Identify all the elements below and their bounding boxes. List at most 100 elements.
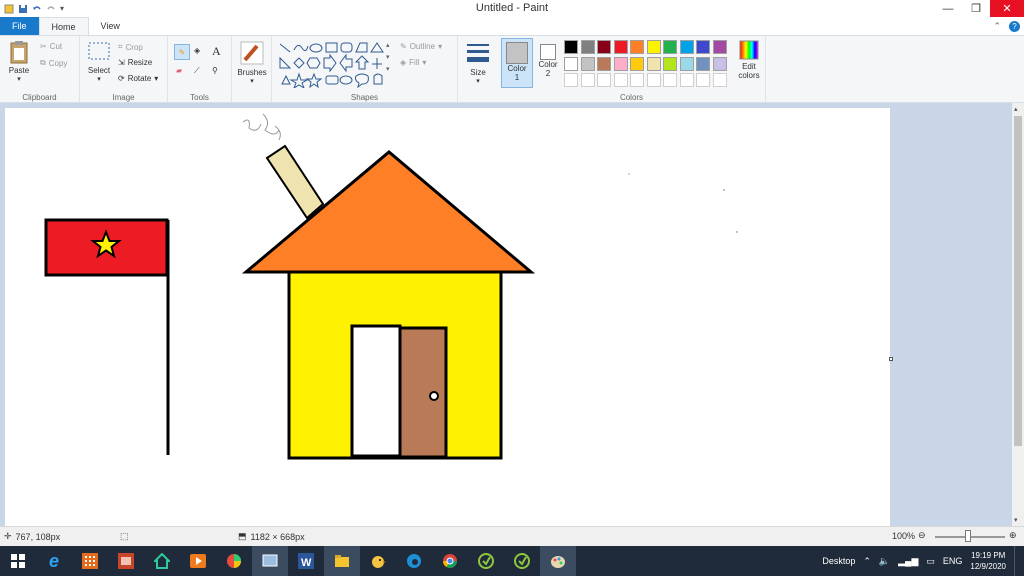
save-icon[interactable] <box>18 4 28 14</box>
zoom-out-icon[interactable]: ⊖ <box>918 530 926 541</box>
drawing-canvas[interactable] <box>5 108 890 526</box>
color-swatch[interactable] <box>597 56 611 71</box>
fill-tool[interactable]: ◈ <box>194 46 200 55</box>
pencil-icon: ✎ <box>178 47 186 57</box>
color-swatch[interactable] <box>564 73 578 87</box>
chrome-icon[interactable] <box>432 546 468 576</box>
tab-home[interactable]: Home <box>38 17 89 35</box>
color-swatch[interactable] <box>712 40 727 54</box>
vertical-scrollbar[interactable]: ▴ ▾ <box>1012 103 1024 526</box>
color-swatch[interactable] <box>613 56 628 71</box>
start-button[interactable] <box>0 546 36 576</box>
powerpoint-icon[interactable] <box>108 546 144 576</box>
color-swatch[interactable] <box>679 73 694 87</box>
pencil-tool[interactable]: ✎ <box>174 44 190 60</box>
text-tool[interactable]: A <box>212 44 221 59</box>
shapes-scroll[interactable]: ▴ ▾ ▾ <box>386 40 394 88</box>
size-button[interactable]: Size ▾ <box>461 40 495 85</box>
color-swatch[interactable] <box>564 56 578 71</box>
rotate-button[interactable]: ⟳ Rotate ▾ <box>118 74 158 83</box>
minimize-button[interactable]: — <box>934 0 962 17</box>
zoom-in-icon[interactable]: ⊕ <box>1009 530 1017 541</box>
maximize-button[interactable]: ❐ <box>962 0 990 17</box>
color-swatch[interactable] <box>613 73 628 87</box>
close-button[interactable]: ✕ <box>990 0 1024 17</box>
color-swatch[interactable] <box>679 40 694 54</box>
shapes-gallery[interactable] <box>278 40 390 90</box>
customize-quick-access-icon[interactable]: ▾ <box>60 4 70 14</box>
zoom-slider-thumb[interactable] <box>965 530 971 542</box>
notifications-icon[interactable] <box>1014 546 1018 576</box>
colorful-app-icon[interactable] <box>216 546 252 576</box>
color-swatch[interactable] <box>630 56 644 71</box>
speck <box>723 189 725 191</box>
color-swatch[interactable] <box>696 40 710 54</box>
scroll-thumb[interactable] <box>1014 116 1022 446</box>
color-picker-tool[interactable]: ⟋ <box>194 66 200 76</box>
desktop-toolbar[interactable]: Desktop <box>822 556 855 566</box>
color-swatch[interactable] <box>580 73 595 87</box>
brushes-button[interactable]: Brushes ▾ <box>235 40 269 85</box>
redo-icon[interactable] <box>46 4 56 14</box>
clock[interactable]: 19:19 PM 12/9/2020 <box>970 550 1006 572</box>
language-indicator[interactable]: ENG <box>943 556 963 566</box>
color-swatch[interactable] <box>663 40 677 54</box>
internet-explorer-icon[interactable]: e <box>36 546 72 576</box>
magnifier-tool[interactable]: ⚲ <box>212 66 218 75</box>
clipboard-group-label: Clipboard <box>22 93 57 102</box>
color-swatch[interactable] <box>646 73 661 87</box>
color-swatch[interactable] <box>597 40 611 54</box>
brushes-group: Brushes ▾ <box>232 36 272 104</box>
color-swatch[interactable] <box>597 73 611 87</box>
word-icon[interactable]: W <box>288 546 324 576</box>
scroll-up-icon[interactable]: ▴ <box>1014 105 1018 113</box>
resize-button[interactable]: ⇲ Resize <box>118 58 152 67</box>
help-icon[interactable]: ? <box>1009 20 1020 32</box>
battery-icon[interactable]: ▭ <box>926 556 935 567</box>
color-swatch[interactable] <box>712 73 727 87</box>
collapse-ribbon-icon[interactable]: ⌃ <box>993 21 1001 32</box>
color-swatch[interactable] <box>630 40 644 54</box>
color-swatch[interactable] <box>646 56 661 71</box>
color-swatch[interactable] <box>564 40 578 54</box>
color-swatch[interactable] <box>696 73 710 87</box>
green-app-icon-2[interactable] <box>504 546 540 576</box>
undo-icon[interactable] <box>32 4 42 14</box>
fill-button[interactable]: ◈ Fill ▾ <box>400 58 426 67</box>
green-app-icon[interactable] <box>468 546 504 576</box>
apps-grid-icon[interactable] <box>72 546 108 576</box>
canvas-resize-handle-right[interactable] <box>889 357 893 361</box>
copy-button[interactable]: ⧉ Copy <box>40 58 67 68</box>
paint-taskbar-icon[interactable] <box>540 546 576 576</box>
color-swatch[interactable] <box>663 73 677 87</box>
select-button[interactable]: Select ▾ <box>84 40 114 83</box>
tab-view[interactable]: View <box>89 17 132 35</box>
cut-button[interactable]: ✂ Cut <box>40 42 62 51</box>
color-swatch[interactable] <box>696 56 710 71</box>
home-app-icon[interactable] <box>144 546 180 576</box>
file-explorer-icon[interactable] <box>324 546 360 576</box>
remote-app-icon[interactable] <box>252 546 288 576</box>
paste-button[interactable]: Paste ▾ <box>4 40 34 83</box>
color-swatch[interactable] <box>580 40 595 54</box>
volume-icon[interactable]: 🔈 <box>879 556 890 567</box>
outline-button[interactable]: ✎ Outline ▾ <box>400 42 442 51</box>
color-swatch[interactable] <box>630 73 644 87</box>
tab-file[interactable]: File <box>0 17 39 35</box>
media-player-icon[interactable] <box>180 546 216 576</box>
network-icon[interactable]: ▂▄▆ <box>898 556 918 567</box>
edge-icon[interactable] <box>396 546 432 576</box>
color-swatch[interactable] <box>580 56 595 71</box>
color-swatch[interactable] <box>712 56 727 71</box>
scroll-down-icon[interactable]: ▾ <box>1014 516 1018 524</box>
show-hidden-icons[interactable]: ⌃ <box>863 556 871 567</box>
chicken-app-icon[interactable] <box>360 546 396 576</box>
color-swatch[interactable] <box>663 56 677 71</box>
color-swatch[interactable] <box>679 56 694 71</box>
color-swatch[interactable] <box>646 40 661 54</box>
paint-app-icon[interactable] <box>4 4 14 14</box>
eraser-tool[interactable]: ▰ <box>176 66 182 75</box>
color-swatch[interactable] <box>613 40 628 54</box>
edit-colors-button[interactable]: Edit colors <box>734 40 764 80</box>
crop-button[interactable]: ⌗ Crop <box>118 42 143 52</box>
